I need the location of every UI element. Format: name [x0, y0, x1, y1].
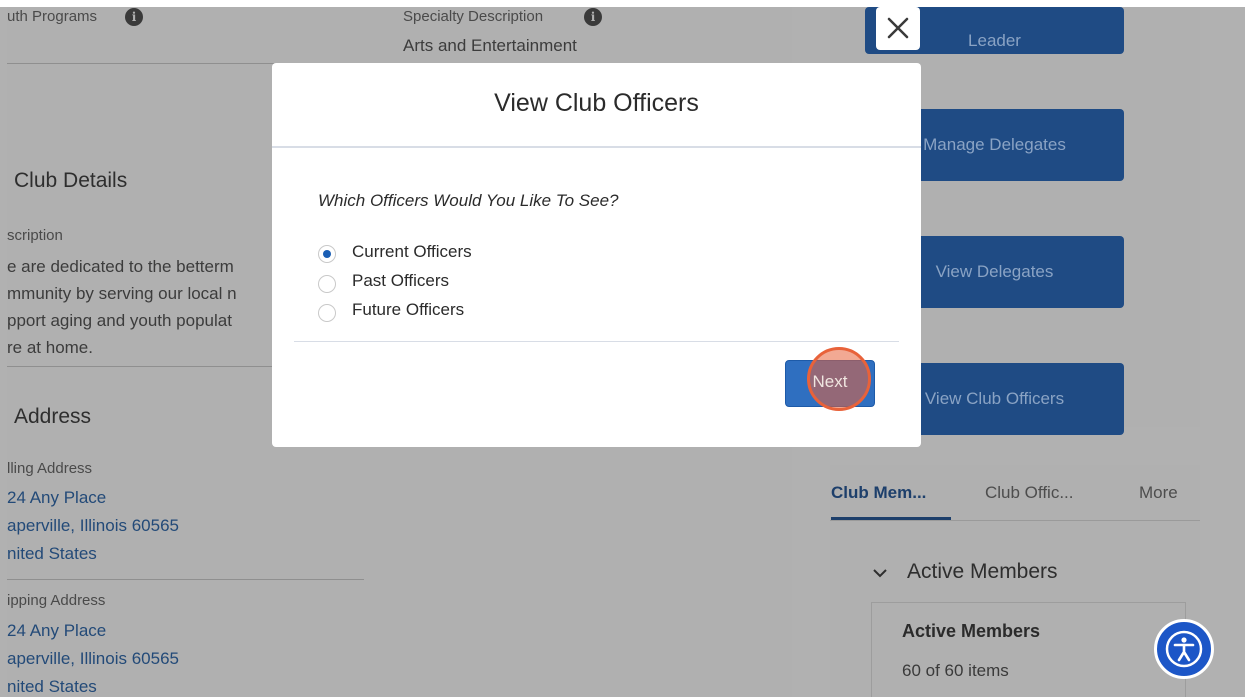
- radio-label-current-officers[interactable]: Current Officers: [352, 242, 472, 262]
- billing-address-line[interactable]: nited States: [7, 544, 97, 564]
- tab-more[interactable]: More: [1139, 483, 1178, 503]
- shipping-address-label: ipping Address: [7, 592, 106, 609]
- shipping-address-line[interactable]: 24 Any Place: [7, 621, 106, 641]
- radio-label-future-officers[interactable]: Future Officers: [352, 300, 464, 320]
- club-details-heading: Club Details: [14, 169, 128, 192]
- field-divider: [7, 366, 272, 367]
- accessibility-button[interactable]: [1154, 619, 1214, 679]
- modal-title: View Club Officers: [494, 89, 699, 117]
- active-members-card: [871, 602, 1186, 697]
- billing-address-label: lling Address: [7, 460, 93, 477]
- active-members-section-title[interactable]: Active Members: [907, 560, 1058, 584]
- officers-question: Which Officers Would You Like To See?: [318, 191, 619, 210]
- description-line: e are dedicated to the betterm: [7, 257, 234, 276]
- description-line: pport aging and youth populat: [7, 311, 232, 330]
- shipping-address-line[interactable]: nited States: [7, 677, 97, 697]
- close-icon: [887, 17, 909, 39]
- info-icon[interactable]: i: [584, 8, 602, 26]
- description-label: scription: [7, 227, 63, 244]
- info-icon[interactable]: i: [125, 8, 143, 26]
- view-club-officers-modal: View Club Officers Which Officers Would …: [272, 63, 921, 447]
- specialty-description-label: Specialty Description: [403, 8, 544, 25]
- billing-address-line[interactable]: aperville, Illinois 60565: [7, 516, 179, 536]
- close-button[interactable]: [876, 7, 920, 50]
- description-line: re at home.: [7, 338, 93, 357]
- specialty-description-value: Arts and Entertainment: [403, 36, 577, 55]
- active-members-count: 60 of 60 items: [902, 661, 1009, 680]
- radio-current-officers[interactable]: [318, 245, 336, 263]
- accessibility-icon: [1165, 630, 1203, 668]
- field-divider: [7, 579, 364, 580]
- next-button-label[interactable]: Next: [785, 372, 875, 392]
- modal-header-divider: [272, 146, 921, 148]
- radio-label-past-officers[interactable]: Past Officers: [352, 271, 449, 291]
- top-strip: [0, 0, 1245, 7]
- address-heading: Address: [14, 405, 92, 428]
- active-members-card-title[interactable]: Active Members: [902, 621, 1040, 642]
- modal-footer-divider: [294, 341, 899, 342]
- billing-address-line[interactable]: 24 Any Place: [7, 488, 106, 508]
- chevron-down-icon[interactable]: [872, 565, 888, 581]
- shipping-address-line[interactable]: aperville, Illinois 60565: [7, 649, 179, 669]
- tab-club-members[interactable]: Club Mem...: [831, 483, 926, 503]
- radio-past-officers[interactable]: [318, 275, 336, 293]
- tabs-divider: [830, 520, 1200, 521]
- radio-future-officers[interactable]: [318, 304, 336, 322]
- description-line: mmunity by serving our local n: [7, 284, 237, 303]
- youth-programs-label: uth Programs: [7, 8, 98, 25]
- tab-club-officers[interactable]: Club Offic...: [985, 483, 1074, 503]
